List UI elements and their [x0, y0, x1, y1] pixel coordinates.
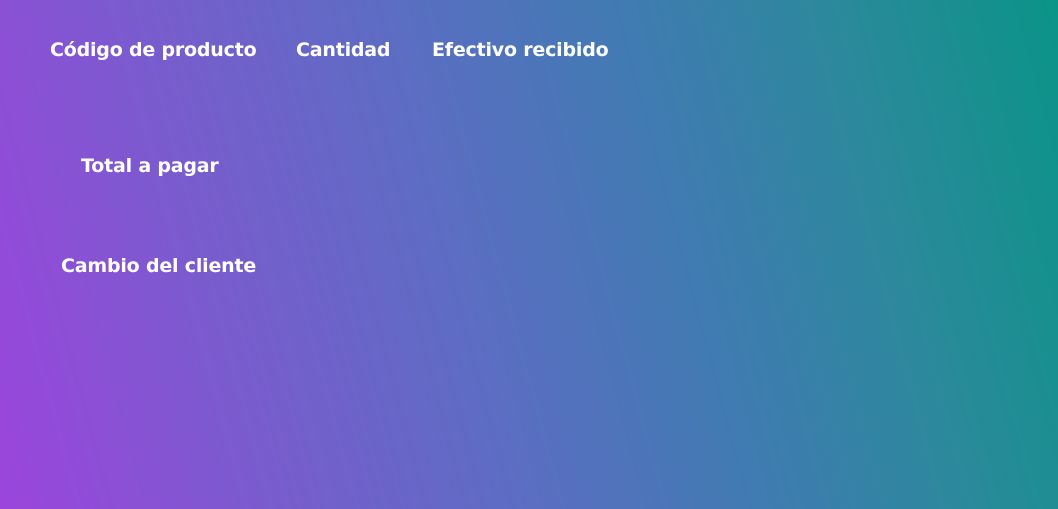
quantity-label: Cantidad — [296, 39, 391, 61]
product-code-label: Código de producto — [50, 39, 257, 61]
total-to-pay-label: Total a pagar — [81, 155, 219, 177]
customer-change-label: Cambio del cliente — [61, 255, 257, 277]
cash-received-label: Efectivo recibido — [432, 39, 609, 61]
